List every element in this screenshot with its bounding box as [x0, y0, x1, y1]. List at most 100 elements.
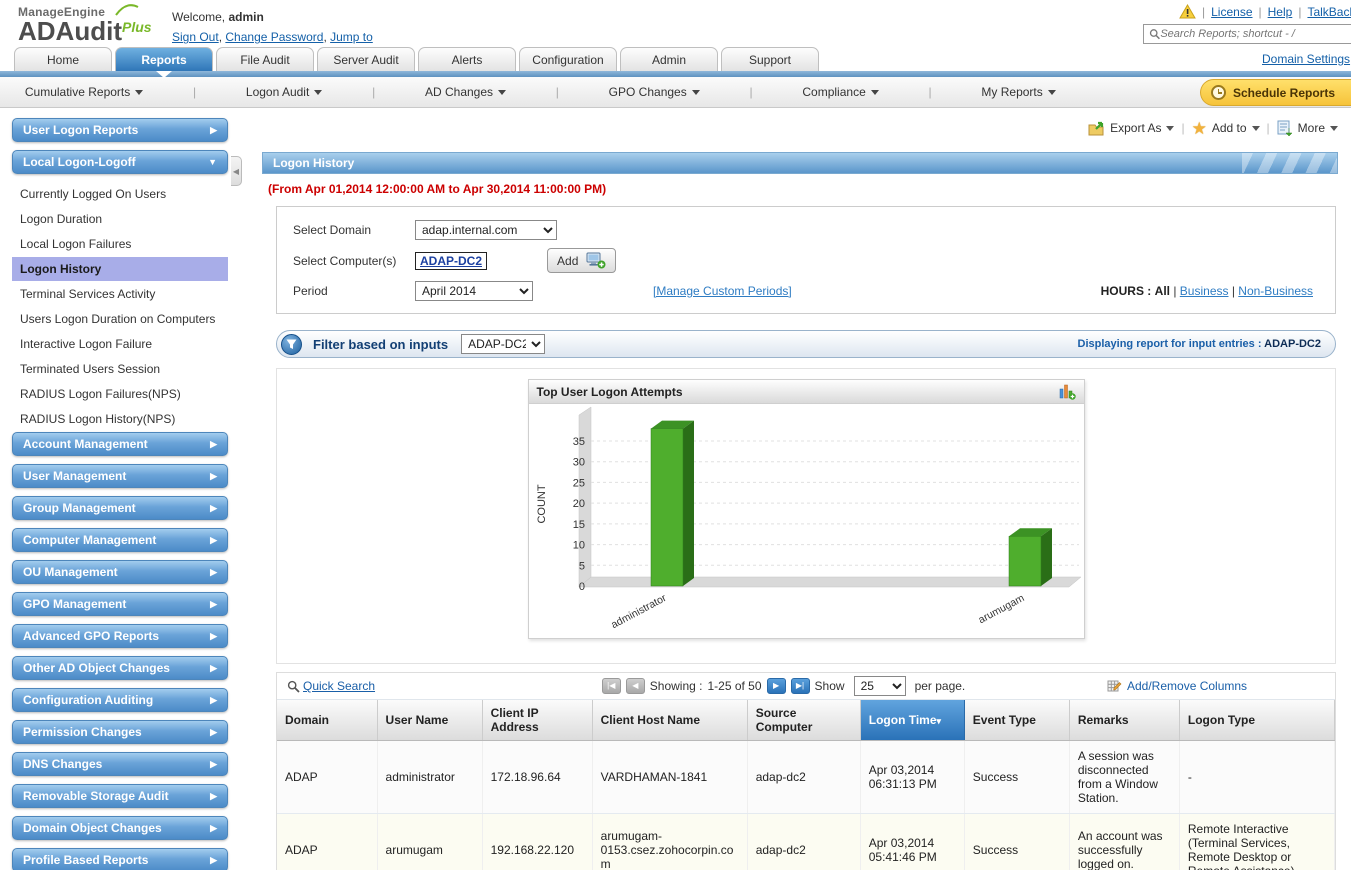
jump-to-link[interactable]: Jump to	[330, 30, 373, 44]
tab-alerts[interactable]: Alerts	[418, 47, 516, 71]
tab-server-audit[interactable]: Server Audit	[317, 47, 415, 71]
header-stripes-decoration	[1242, 153, 1337, 173]
column-header-logon-type[interactable]: Logon Type	[1179, 700, 1336, 741]
chevron-right-icon: ▶	[210, 662, 217, 673]
sidebar-item-local-logon-failures[interactable]: Local Logon Failures	[12, 232, 228, 256]
selected-computer-chip[interactable]: ADAP-DC2	[415, 251, 488, 270]
sidebar-section-ou-management[interactable]: OU Management ▶	[12, 560, 228, 584]
search-input[interactable]	[1160, 28, 1351, 40]
product-suffix: Plus	[121, 19, 152, 35]
table-row[interactable]: ADAP arumugam 192.168.22.120 arumugam-01…	[277, 813, 1336, 870]
sidebar-item-logon-history[interactable]: Logon History	[12, 257, 228, 281]
sidebar-section-configuration-auditing[interactable]: Configuration Auditing ▶	[12, 688, 228, 712]
sidebar-section-local-logon-logoff[interactable]: Local Logon-Logoff ▼	[12, 150, 228, 174]
column-header-user-name[interactable]: User Name	[377, 700, 483, 741]
sidebar-section-permission-changes[interactable]: Permission Changes ▶	[12, 720, 228, 744]
sign-out-link[interactable]: Sign Out	[172, 30, 219, 44]
hours-all-option[interactable]: All	[1155, 284, 1170, 298]
cell-logon-type: Remote Interactive (Terminal Services, R…	[1179, 813, 1336, 870]
menu-ad-changes[interactable]: AD Changes	[425, 85, 507, 99]
sidebar-section-account-management[interactable]: Account Management ▶	[12, 432, 228, 456]
quick-search-link[interactable]: Quick Search	[303, 679, 375, 693]
column-header-remarks[interactable]: Remarks	[1069, 700, 1180, 741]
talkback-link[interactable]: TalkBack	[1307, 5, 1351, 19]
sidebar-collapse-handle[interactable]: ◀	[231, 156, 242, 186]
tab-support[interactable]: Support	[721, 47, 819, 71]
column-header-domain[interactable]: Domain	[277, 700, 378, 741]
menu-logon-audit[interactable]: Logon Audit	[246, 85, 323, 99]
sidebar-section-gpo-management[interactable]: GPO Management ▶	[12, 592, 228, 616]
column-header-logon-time[interactable]: Logon Time▾	[860, 700, 965, 741]
column-header-client-ip[interactable]: Client IP Address	[482, 700, 593, 741]
hours-non-business-option[interactable]: Non-Business	[1238, 284, 1313, 298]
manage-custom-periods-link[interactable]: [Manage Custom Periods]	[653, 284, 792, 298]
first-page-button[interactable]: |◀	[601, 678, 621, 694]
help-link[interactable]: Help	[1268, 5, 1293, 19]
table-row[interactable]: ADAP administrator 172.18.96.64 VARDHAMA…	[277, 740, 1336, 814]
add-computer-button[interactable]: Add	[547, 248, 617, 273]
sidebar-section-computer-management[interactable]: Computer Management ▶	[12, 528, 228, 552]
sidebar-item-interactive-logon-failure[interactable]: Interactive Logon Failure	[12, 332, 228, 356]
document-icon	[1277, 120, 1293, 136]
sidebar-section-group-management[interactable]: Group Management ▶	[12, 496, 228, 520]
sidebar-section-removable-storage-audit[interactable]: Removable Storage Audit ▶	[12, 784, 228, 808]
svg-text:35: 35	[572, 436, 584, 448]
more-button[interactable]: More	[1277, 120, 1338, 136]
menu-compliance[interactable]: Compliance	[802, 85, 879, 99]
filter-label: Filter based on inputs	[313, 336, 449, 352]
hours-label: HOURS :	[1100, 284, 1152, 298]
sidebar-section-domain-object-changes[interactable]: Domain Object Changes ▶	[12, 816, 228, 840]
domain-select[interactable]: adap.internal.com	[415, 220, 557, 240]
report-search-box[interactable]	[1143, 24, 1351, 44]
svg-text:25: 25	[572, 477, 584, 489]
chevron-down-icon	[498, 89, 507, 99]
previous-page-button[interactable]: ◀	[625, 678, 645, 694]
tab-configuration[interactable]: Configuration	[519, 47, 617, 71]
domain-settings-link[interactable]: Domain Settings	[1262, 52, 1350, 66]
warning-icon[interactable]	[1179, 4, 1196, 19]
cell-user-name: arumugam	[377, 813, 483, 870]
menu-my-reports[interactable]: My Reports	[981, 85, 1056, 99]
license-link[interactable]: License	[1211, 5, 1252, 19]
filter-input-select[interactable]: ADAP-DC2	[461, 334, 546, 354]
sidebar-item-users-logon-duration-on-computers[interactable]: Users Logon Duration on Computers	[12, 307, 228, 331]
add-remove-columns-button[interactable]: Add/Remove Columns	[1107, 679, 1247, 693]
change-password-link[interactable]: Change Password	[225, 30, 323, 44]
sidebar-item-logon-duration[interactable]: Logon Duration	[12, 207, 228, 231]
cell-client-host: VARDHAMAN-1841	[592, 740, 748, 814]
column-header-client-host[interactable]: Client Host Name	[592, 700, 748, 741]
tab-reports[interactable]: Reports	[115, 47, 213, 78]
sidebar-section-other-ad-object-changes[interactable]: Other AD Object Changes ▶	[12, 656, 228, 680]
showing-label: Showing :	[649, 679, 703, 693]
tab-admin[interactable]: Admin	[620, 47, 718, 71]
period-select[interactable]: April 2014	[415, 281, 533, 301]
sidebar-item-terminated-users-session[interactable]: Terminated Users Session	[12, 357, 228, 381]
sidebar-section-dns-changes[interactable]: DNS Changes ▶	[12, 752, 228, 776]
menu-gpo-changes[interactable]: GPO Changes	[609, 85, 700, 99]
column-header-event-type[interactable]: Event Type	[964, 700, 1070, 741]
sidebar-section-advanced-gpo-reports[interactable]: Advanced GPO Reports ▶	[12, 624, 228, 648]
last-page-button[interactable]: ▶|	[790, 678, 810, 694]
cell-remarks: An account was successfully logged on.	[1069, 813, 1180, 870]
tab-file-audit[interactable]: File Audit	[216, 47, 314, 71]
schedule-reports-button[interactable]: Schedule Reports	[1199, 79, 1351, 106]
sidebar-item-currently-logged-on-users[interactable]: Currently Logged On Users	[12, 182, 228, 206]
product-name: ADAudit	[18, 16, 122, 46]
sidebar-item-radius-logon-failures[interactable]: RADIUS Logon Failures(NPS)	[12, 382, 228, 406]
export-as-button[interactable]: Export As	[1088, 120, 1175, 136]
chart-type-icon[interactable]	[1059, 383, 1076, 400]
hours-business-option[interactable]: Business	[1180, 284, 1229, 298]
next-page-button[interactable]: ▶	[766, 678, 786, 694]
sidebar-item-radius-logon-history[interactable]: RADIUS Logon History(NPS)	[12, 407, 228, 431]
tab-home[interactable]: Home	[14, 47, 112, 71]
sidebar-section-user-management[interactable]: User Management ▶	[12, 464, 228, 488]
app-logo[interactable]: ManageEngine ADAuditPlus	[18, 4, 152, 46]
page-size-select[interactable]: 25	[853, 676, 906, 696]
sidebar-section-user-logon-reports[interactable]: User Logon Reports ▶	[12, 118, 228, 142]
add-to-button[interactable]: ★ Add to	[1192, 120, 1260, 137]
username: admin	[228, 10, 264, 24]
menu-cumulative-reports[interactable]: Cumulative Reports	[25, 85, 144, 99]
column-header-source-computer[interactable]: Source Computer	[747, 700, 861, 741]
sidebar-item-terminal-services-activity[interactable]: Terminal Services Activity	[12, 282, 228, 306]
sidebar-section-profile-based-reports[interactable]: Profile Based Reports ▶	[12, 848, 228, 870]
